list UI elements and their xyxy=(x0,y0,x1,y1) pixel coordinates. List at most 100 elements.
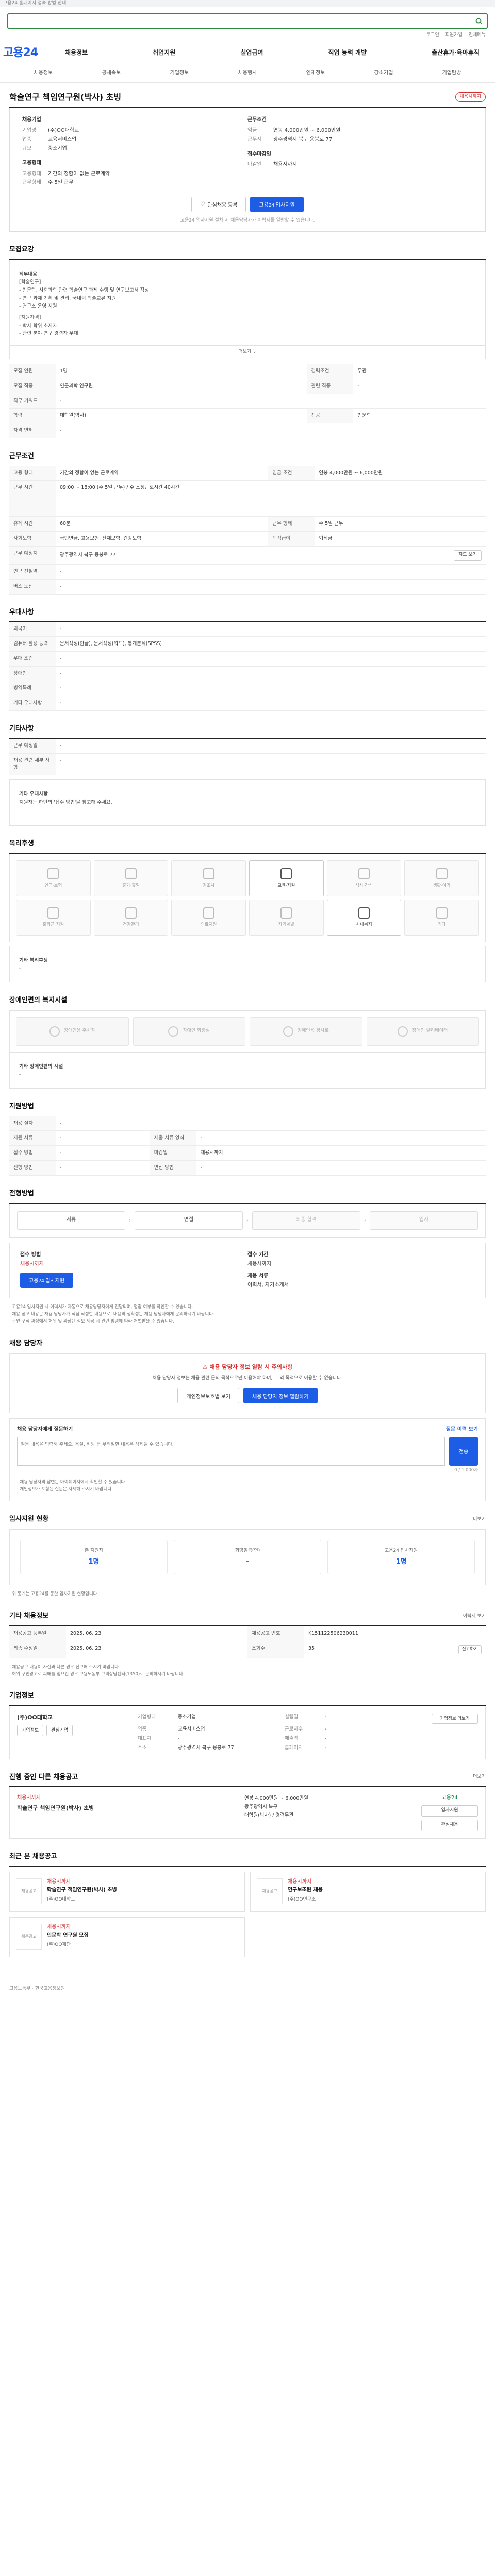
disability-item: 장애인 화장실 xyxy=(133,1016,245,1046)
kv-value: 중소기업 xyxy=(48,145,67,151)
apply-section: 지원방법 채용 절차 - 지원 서류 - 제출 서류 양식 - 접수 방법 - 마감일 채용시… xyxy=(9,1102,486,1176)
welfare-extra-title: 기타 복리후생 xyxy=(19,957,48,963)
apply-docs-label: 채용 서류 xyxy=(248,1273,269,1279)
recent-grid: 채용공고 채용시까지 학술연구 책임연구원(박사) 초빙 (주)OO대학교 채용공고… xyxy=(9,1871,486,1957)
page: 고용24 홈페이지 접속 방법 안내 로그인 회원가입 전체메뉴 고용24 채용… xyxy=(0,0,495,2002)
search-icon[interactable] xyxy=(471,14,487,28)
row-value: - xyxy=(56,1145,150,1161)
login-link[interactable]: 로그인 xyxy=(426,32,439,39)
section-title-text: 모집요강 xyxy=(9,245,34,253)
contact-section: 채용 담당자 ⚠ 채용 담당자 정보 열람 시 주의사항 채용 담당자 정보는 … xyxy=(9,1339,486,1501)
welfare-extra: 기타 복리후생 - xyxy=(9,946,486,982)
row-value: - xyxy=(56,666,486,682)
rec-more-link[interactable]: 더보기 xyxy=(473,1774,486,1781)
subnav-item[interactable]: 채용행사 xyxy=(213,70,282,77)
section-title: 지원방법 xyxy=(9,1102,486,1116)
recent-post[interactable]: 채용공고 채용시까지 연구보조원 채용 (주)OO연구소 xyxy=(250,1871,486,1912)
row-value: - xyxy=(56,423,486,438)
qa-textarea[interactable] xyxy=(17,1436,445,1466)
info-more-link[interactable]: 이력서 보기 xyxy=(463,1613,486,1620)
corp-table: 기업형태 중소기업 설립일 - 기업정보 더보기 업종 교육서비스업 근로자수 - 대표자 - 매… xyxy=(138,1714,478,1751)
preference-section: 우대사항 외국어 - 컴퓨터 활용 능력 문서작성(한글), 문서작성(워드), 통… xyxy=(9,608,486,711)
apply-notice: 고용24 입사지원 절차 시 채용담당자가 이력서를 열람할 수 있습니다. xyxy=(180,217,315,223)
welfare-item-label: 출퇴근 지원 xyxy=(42,922,64,927)
row-value: 무관 xyxy=(353,364,486,379)
all-menu-link[interactable]: 전체메뉴 xyxy=(469,32,486,39)
gnb-item-jobs[interactable]: 채용정보 xyxy=(65,48,88,57)
apply-online-button[interactable]: 고용24 입사지원 xyxy=(20,1272,74,1288)
report-button[interactable]: 신고하기 xyxy=(458,1645,482,1654)
scrap-button[interactable]: ♡ 관심채용 등록 xyxy=(191,196,246,212)
other-note-box: 기타 우대사항 지원자는 하단의 '접수 방법'을 참고해 주세요. xyxy=(9,779,486,826)
warning-title: ⚠ 채용 담당자 정보 열람 시 주의사항 xyxy=(19,1363,476,1371)
subnav-item[interactable]: 공채속보 xyxy=(77,70,145,77)
section-title-text: 기업정보 xyxy=(9,1692,34,1700)
top-notice-text[interactable]: 고용24 홈페이지 접속 방법 안내 xyxy=(3,0,66,7)
site-logo[interactable]: 고용24 xyxy=(3,45,39,61)
table-row: 버스 노선 - xyxy=(9,579,486,595)
corp-section: 기업정보 (주)OO대학교 기업정보 관심기업 기업형태 중소기업 설립일 - 기업정보… xyxy=(9,1691,486,1759)
process-step: 면접 xyxy=(135,1211,243,1230)
other-job-card[interactable]: 채용시까지 학술연구 책임연구원(박사) 초빙 연봉 4,000만원 ~ 6,0… xyxy=(9,1787,486,1839)
apply-button[interactable]: 고용24 입사지원 xyxy=(250,196,304,212)
search-input[interactable] xyxy=(13,18,471,25)
stat-label: 희망임금(연) xyxy=(235,1548,260,1553)
company-name[interactable]: (주)OO대학교 xyxy=(48,127,79,135)
deadline-badge: 채용시까지 xyxy=(455,92,486,103)
job-title: 학술연구 책임연구원(박사) 초빙 xyxy=(9,92,122,103)
qa-send-button[interactable]: 전송 xyxy=(449,1436,478,1466)
row-key: 인근 전철역 xyxy=(9,564,56,580)
job-description: 직무내용 [학술연구] - 인문학, 사회과학 관련 학술연구 과제 수행 및 … xyxy=(9,259,486,346)
desc-line: [학술연구] xyxy=(19,279,41,285)
subnav-item[interactable]: 인재정보 xyxy=(282,70,350,77)
subnav-item[interactable]: 강소기업 xyxy=(350,70,418,77)
warning-buttons: 개인정보보호법 보기 채용 담당자 정보 열람하기 xyxy=(19,1388,476,1404)
warning-text: 채용 담당자 정보는 채용 관련 문의 목적으로만 이용해야 하며, 그 외 목… xyxy=(152,1375,343,1381)
corp-key: 업종 xyxy=(138,1726,147,1733)
privacy-law-button[interactable]: 개인정보보호법 보기 xyxy=(177,1388,240,1404)
section-title: 최근 본 채용공고 xyxy=(9,1852,486,1867)
desc-toggle[interactable]: 더보기 ⌄ xyxy=(9,346,486,360)
rec-scrap-button[interactable]: 관심채용 xyxy=(421,1819,478,1831)
corp-key: 기업형태 xyxy=(138,1714,156,1720)
subnav-item[interactable]: 채용정보 xyxy=(9,70,77,77)
kv-value: 채용시까지 xyxy=(273,162,297,168)
view-contact-button[interactable]: 채용 담당자 정보 열람하기 xyxy=(243,1388,318,1404)
qa-history-link[interactable]: 질문 이력 보기 xyxy=(446,1426,478,1434)
gnb-item-support[interactable]: 취업지원 xyxy=(153,48,175,57)
rec-title[interactable]: 학술연구 책임연구원(박사) 초빙 xyxy=(17,1804,236,1812)
qa-char-count: 0 / 1,000자 xyxy=(454,1467,478,1473)
note-line: · 채용 공고 내용은 채용 담당자가 직접 작성한 내용으로, 내용의 정확성… xyxy=(9,1312,214,1317)
gnb-item-benefit[interactable]: 실업급여 xyxy=(240,48,263,57)
process-section: 전형방법 서류 › 면접 › 최종 합격 › 입사 접수 방법 채용시까지 고용… xyxy=(9,1189,486,1326)
welfare-icon xyxy=(203,868,214,879)
corp-more-button[interactable]: 기업정보 더보기 xyxy=(432,1714,478,1724)
gnb-item-training[interactable]: 직업 능력 개발 xyxy=(328,48,367,57)
row-value: 채용시까지 xyxy=(196,1145,486,1161)
job-summary-box: 채용기업 기업명 (주)OO대학교 업종 교육서비스업 규모 중소기업 고용형태 고용… xyxy=(9,108,486,232)
recent-post[interactable]: 채용공고 채용시까지 학술연구 책임연구원(박사) 초빙 (주)OO대학교 xyxy=(9,1871,245,1912)
row-value: - xyxy=(56,753,486,776)
row-key: 병역특례 xyxy=(9,681,56,697)
row-key: 버스 노선 xyxy=(9,579,56,595)
stats-box: 총 지원자 1명 희망임금(연) - 고용24 입사지원 1명 xyxy=(9,1529,486,1586)
row-key: 기타 우대사항 xyxy=(9,696,56,711)
row-key: 우대 조건 xyxy=(9,651,56,667)
disability-item-label: 장애인용 주차장 xyxy=(63,1028,95,1034)
table-row: 근무 예정일 - xyxy=(9,738,486,754)
apply-method-value: 채용시까지 xyxy=(20,1261,44,1267)
post-body: 채용시까지 인문학 연구원 모집 (주)OO재단 xyxy=(47,1924,89,1951)
corp-follow-button[interactable]: 관심기업 xyxy=(46,1725,73,1737)
signup-link[interactable]: 회원가입 xyxy=(446,32,463,39)
table-row: 장애인 - xyxy=(9,666,486,682)
rec-apply-button[interactable]: 입사지원 xyxy=(421,1805,478,1817)
stats-more-link[interactable]: 더보기 xyxy=(473,1516,486,1523)
table-row: 근무 시간 09:00 ~ 18:00 (주 5일 근무) / 주 소정근로시간 … xyxy=(9,480,486,517)
corp-info-button[interactable]: 기업정보 xyxy=(17,1725,44,1737)
gnb-item-leave[interactable]: 출산휴가·육아휴직 xyxy=(432,48,480,57)
subnav-item[interactable]: 기업탐방 xyxy=(418,70,486,77)
recent-post[interactable]: 채용공고 채용시까지 인문학 연구원 모집 (주)OO재단 xyxy=(9,1917,245,1957)
welfare-icon xyxy=(358,907,370,919)
map-button[interactable]: 지도 보기 xyxy=(454,550,482,561)
subnav-item[interactable]: 기업정보 xyxy=(145,70,213,77)
